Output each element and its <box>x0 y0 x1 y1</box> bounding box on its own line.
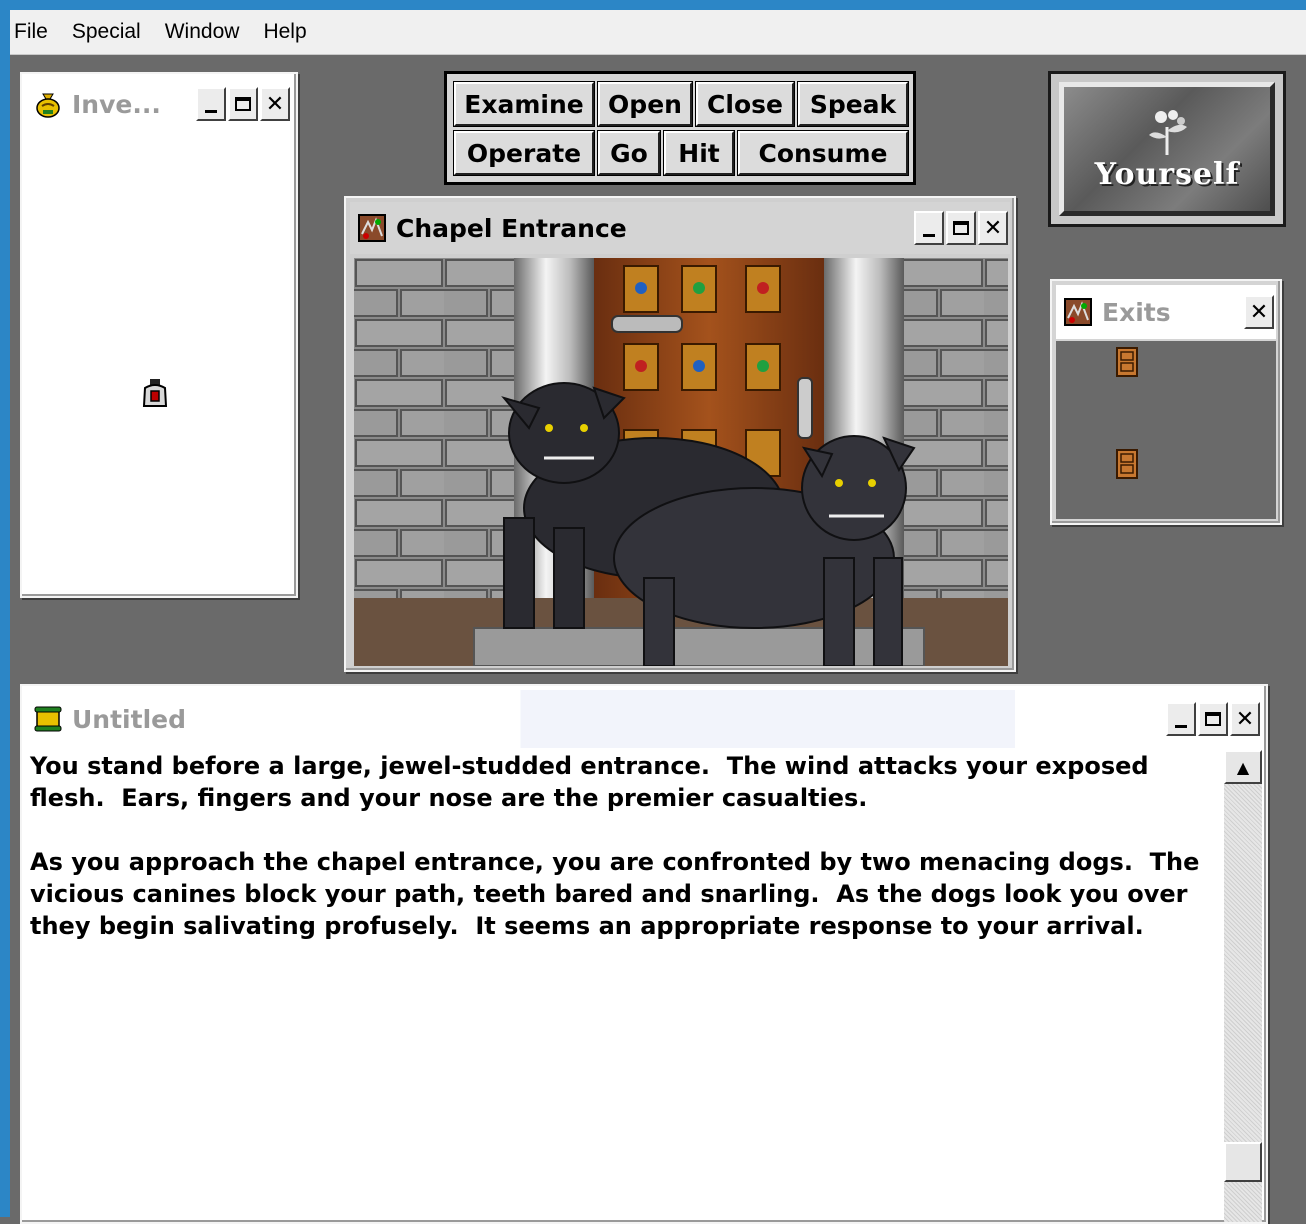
operate-button[interactable]: Operate <box>453 130 595 176</box>
speak-button[interactable]: Speak <box>797 81 909 127</box>
chapel-titlebar[interactable]: Chapel Entrance ✕ <box>350 202 1010 254</box>
narrative-paragraph-1: You stand before a large, jewel-studded … <box>30 752 1157 812</box>
open-button[interactable]: Open <box>597 81 693 127</box>
chapel-scene-image[interactable] <box>354 258 1008 666</box>
inventory-contents <box>26 132 292 592</box>
yourself-panel[interactable]: Yourself <box>1048 71 1286 227</box>
exits-window[interactable]: Exits ✕ <box>1050 279 1282 525</box>
go-button[interactable]: Go <box>597 130 661 176</box>
narrative-text[interactable]: You stand before a large, jewel-studded … <box>30 750 1224 1222</box>
scene-map-icon <box>1064 298 1092 326</box>
menu-file[interactable]: File <box>10 20 60 44</box>
verb-panel: Examine Open Close Speak Operate Go Hit … <box>444 71 916 185</box>
scene-map-icon <box>358 214 386 242</box>
hit-button[interactable]: Hit <box>663 130 735 176</box>
flower-emblem-icon <box>1149 109 1187 155</box>
exits-contents <box>1056 341 1276 519</box>
maximize-button[interactable] <box>228 87 258 121</box>
minimize-button[interactable] <box>1166 702 1196 736</box>
chapel-title: Chapel Entrance <box>396 213 627 243</box>
inventory-window[interactable]: Inve... ✕ <box>20 72 298 598</box>
vertical-scrollbar[interactable]: ▲ <box>1224 750 1262 1222</box>
inventory-titlebar[interactable]: Inve... ✕ <box>26 78 292 130</box>
scroll-up-button[interactable]: ▲ <box>1224 750 1262 784</box>
exits-titlebar[interactable]: Exits ✕ <box>1056 285 1276 339</box>
text-window-title: Untitled <box>72 704 186 734</box>
scroll-icon <box>34 706 62 732</box>
close-verb-button[interactable]: Close <box>695 81 795 127</box>
close-button[interactable]: ✕ <box>1230 702 1260 736</box>
yourself-label: Yourself <box>1094 156 1240 192</box>
menu-special[interactable]: Special <box>60 20 153 44</box>
door-icon[interactable] <box>1116 449 1138 479</box>
text-window[interactable]: Untitled ✕ You stand before a large, jew… <box>20 684 1268 1224</box>
door-icon[interactable] <box>1116 347 1138 377</box>
narrative-paragraph-2: As you approach the chapel entrance, you… <box>30 848 1208 940</box>
close-button[interactable]: ✕ <box>978 211 1008 245</box>
menu-window[interactable]: Window <box>153 20 252 44</box>
scroll-thumb[interactable] <box>1224 1142 1262 1182</box>
maximize-button[interactable] <box>1198 702 1228 736</box>
close-button[interactable]: ✕ <box>1244 295 1274 329</box>
inventory-title: Inve... <box>72 89 161 119</box>
text-window-titlebar[interactable]: Untitled ✕ <box>26 690 1262 748</box>
chapel-window[interactable]: Chapel Entrance ✕ <box>344 196 1016 672</box>
menu-bar: File Special Window Help <box>10 10 1306 55</box>
consume-button[interactable]: Consume <box>737 130 909 176</box>
money-bag-icon <box>36 93 60 118</box>
minimize-button[interactable] <box>914 211 944 245</box>
minimize-button[interactable] <box>196 87 226 121</box>
menu-help[interactable]: Help <box>251 20 318 44</box>
chapel-dogs-illustration <box>354 258 1008 666</box>
exits-title: Exits <box>1102 297 1171 327</box>
close-button[interactable]: ✕ <box>260 87 290 121</box>
maximize-button[interactable] <box>946 211 976 245</box>
bag-item-icon[interactable] <box>142 378 168 408</box>
examine-button[interactable]: Examine <box>453 81 595 127</box>
yourself-plaque[interactable]: Yourself <box>1059 82 1275 216</box>
